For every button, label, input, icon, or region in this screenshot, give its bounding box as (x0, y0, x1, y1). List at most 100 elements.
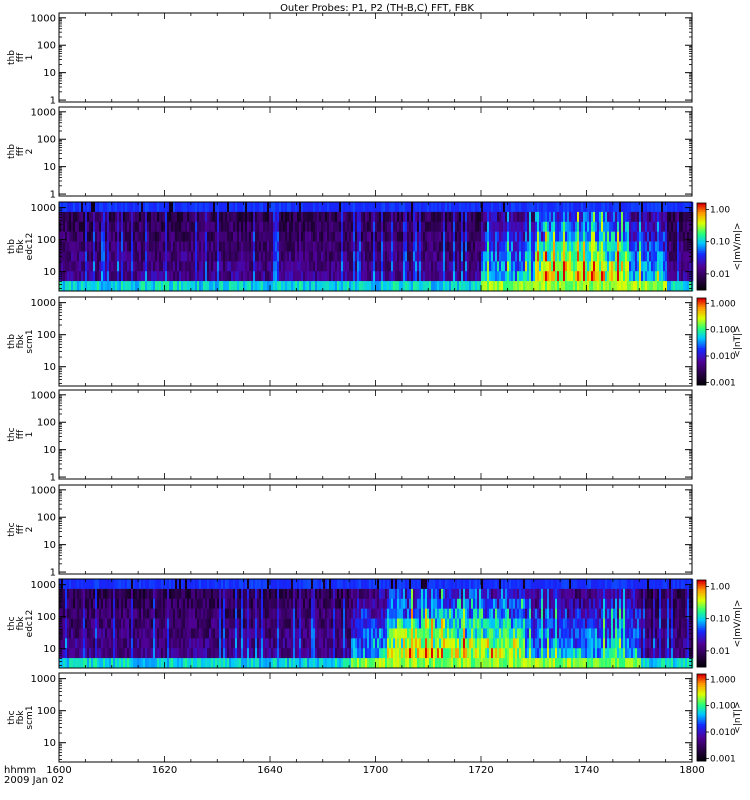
heatmap-cell (165, 638, 168, 649)
heatmap-cell (249, 281, 252, 292)
heatmap-cell (227, 598, 230, 609)
heatmap-cell (129, 598, 132, 609)
heatmap-cell (169, 608, 172, 619)
heatmap-cell (457, 261, 460, 272)
heatmap-cell (555, 271, 558, 282)
heatmap-cell (231, 251, 234, 262)
heatmap-cell (107, 598, 110, 609)
heatmap-cell (123, 202, 126, 213)
heatmap-cell (609, 221, 612, 232)
heatmap-cell (203, 271, 206, 282)
heatmap-cell (73, 251, 76, 262)
heatmap-cell (369, 221, 372, 232)
heatmap-cell (255, 281, 258, 292)
heatmap-cell (81, 628, 84, 639)
heatmap-cell (375, 241, 378, 252)
heatmap-cell (137, 231, 140, 242)
heatmap-cell (313, 598, 316, 609)
heatmap-cell (257, 598, 260, 609)
heatmap-cell (485, 251, 488, 262)
heatmap-cell (617, 281, 620, 292)
heatmap-cell (259, 261, 262, 272)
heatmap-cell (469, 261, 472, 272)
heatmap-cell (69, 618, 72, 629)
heatmap-cell (225, 588, 228, 600)
heatmap-cell (467, 271, 470, 282)
heatmap-cell (159, 628, 162, 639)
heatmap-cell (573, 281, 576, 292)
heatmap-cell (385, 211, 388, 223)
heatmap-cell (473, 211, 476, 223)
heatmap-cell (411, 211, 414, 223)
heatmap-cell (239, 638, 242, 649)
heatmap-cell (323, 638, 326, 649)
heatmap-cell (129, 618, 132, 629)
heatmap-cell (451, 202, 454, 213)
heatmap-cell (207, 281, 210, 292)
heatmap-cell (439, 221, 442, 232)
heatmap-cell (225, 281, 228, 292)
heatmap-cell (267, 628, 270, 639)
heatmap-cell (121, 579, 124, 590)
heatmap-cell (503, 261, 506, 272)
heatmap-cell (103, 231, 106, 242)
heatmap-cell (633, 281, 636, 292)
heatmap-cell (343, 628, 346, 639)
panel-thc-fff-2: 1101001000thc fff 2 (7, 484, 693, 579)
heatmap-cell (347, 608, 350, 619)
heatmap-cell (187, 608, 190, 619)
heatmap-cell (281, 608, 284, 619)
heatmap-cell (243, 231, 246, 242)
heatmap-cell (61, 221, 64, 232)
heatmap-cell (79, 598, 82, 609)
heatmap-cell (565, 211, 568, 223)
heatmap-cell (73, 261, 76, 272)
heatmap-cell (263, 271, 266, 282)
heatmap-cell (269, 221, 272, 232)
heatmap-cell (521, 221, 524, 232)
heatmap-cell (181, 241, 184, 252)
heatmap-cell (571, 281, 574, 292)
heatmap-cell (439, 211, 442, 223)
heatmap-cell (263, 261, 266, 272)
heatmap-cell (451, 281, 454, 292)
heatmap-cell (641, 271, 644, 282)
heatmap-cell (183, 638, 186, 649)
heatmap-cell (505, 251, 508, 262)
heatmap-cell (103, 579, 106, 590)
heatmap-cell (397, 281, 400, 292)
heatmap-cell (71, 241, 74, 252)
heatmap-cell (611, 271, 614, 282)
heatmap-cell (279, 648, 282, 659)
heatmap-cell (195, 231, 198, 242)
heatmap-cell (621, 251, 624, 262)
heatmap-cell (207, 221, 210, 232)
heatmap-cell (435, 231, 438, 242)
heatmap-cell (465, 251, 468, 262)
heatmap-cell (237, 211, 240, 223)
heatmap-cell (321, 251, 324, 262)
heatmap-cell (459, 281, 462, 292)
heatmap-cell (389, 241, 392, 252)
heatmap-cell (501, 211, 504, 223)
heatmap-cell (535, 231, 538, 242)
heatmap-cell (259, 231, 262, 242)
heatmap-cell (579, 202, 582, 213)
heatmap-cell (365, 281, 368, 292)
heatmap-cell (649, 271, 652, 282)
heatmap-cell (523, 281, 526, 292)
heatmap-cell (403, 231, 406, 242)
heatmap-cell (645, 221, 648, 232)
heatmap-cell (167, 221, 170, 232)
heatmap-cell (99, 598, 102, 609)
heatmap-cell (337, 588, 340, 600)
heatmap-cell (149, 211, 152, 223)
heatmap-cell (539, 241, 542, 252)
heatmap-cell (285, 251, 288, 262)
heatmap-cell (417, 271, 420, 282)
heatmap-cell (407, 281, 410, 292)
heatmap-cell (511, 241, 514, 252)
heatmap-cell (305, 271, 308, 282)
heatmap-cell (85, 638, 88, 649)
heatmap-cell (459, 211, 462, 223)
